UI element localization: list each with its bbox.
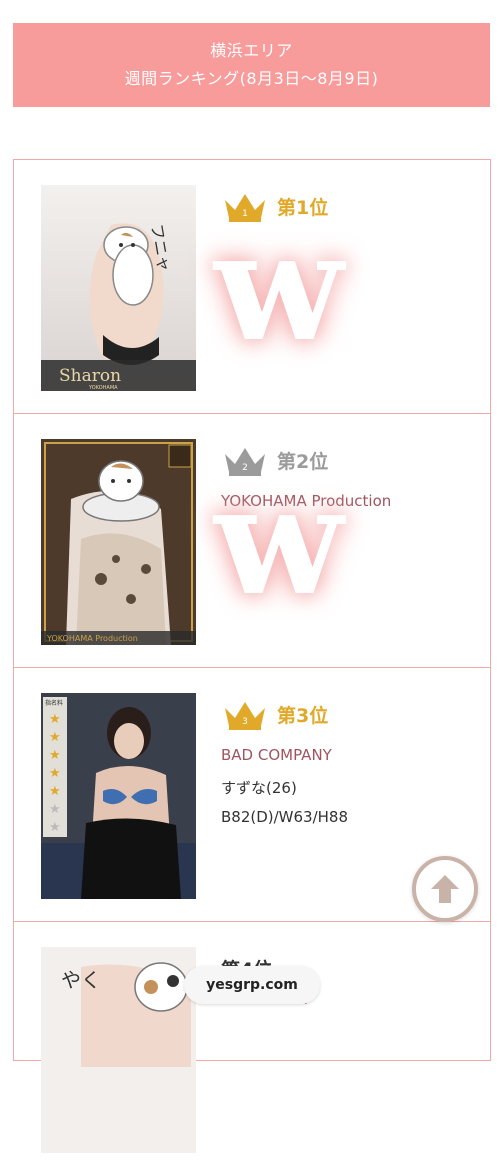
cast-photo[interactable]: やく (41, 947, 196, 1153)
svg-text:★: ★ (49, 820, 61, 835)
ranking-info: 3 第3位 BAD COMPANY すずな(26) B82(D)/W63/H88 (221, 694, 481, 830)
cast-photo[interactable]: YOKOHAMA Production (41, 439, 196, 645)
photo-badge: 指名料 (45, 699, 63, 707)
photo-caption: YOKOHAMA Production (46, 634, 138, 643)
period-title: 週間ランキング(8月3日〜8月9日) (124, 69, 379, 88)
ranking-card-1[interactable]: フニャ Sharon YOKOHAMA 1 第1位 w (14, 160, 490, 414)
svg-text:★: ★ (49, 802, 61, 817)
ranking-banner: 横浜エリア 週間ランキング(8月3日〜8月9日) (13, 23, 490, 107)
cast-photo[interactable]: フニャ Sharon YOKOHAMA (41, 185, 196, 391)
ranking-card-4[interactable]: やく 第4位 YOKOHAMA (14, 922, 490, 1176)
cast-name: すずな(26) (221, 779, 297, 797)
svg-text:やく: やく (61, 968, 101, 992)
watermark-badge: yesgrp.com (184, 966, 320, 1004)
photo-caption: Sharon (59, 366, 121, 386)
star-icon: ★ ★ ★ ★ ★ (49, 712, 61, 799)
arrow-up-icon (431, 875, 459, 903)
area-title: 横浜エリア (210, 41, 293, 60)
rank-label: 第3位 (277, 704, 329, 727)
ranking-card-2[interactable]: YOKOHAMA Production 2 第2位 YOKOHAMA Produ… (14, 414, 490, 668)
ranking-list: フニャ Sharon YOKOHAMA 1 第1位 w YOKOHAMA Pro… (13, 159, 491, 1153)
blur-overlay: w (214, 453, 344, 629)
shop-name[interactable]: BAD COMPANY (221, 746, 481, 768)
scroll-to-top-button[interactable] (412, 856, 478, 922)
crown-icon: 3 (225, 702, 265, 730)
svg-text:★: ★ (49, 766, 61, 781)
cast-photo[interactable]: 指名料 ★ ★ ★ ★ ★ ★ ★ (41, 693, 196, 899)
blur-overlay: w (214, 199, 344, 375)
svg-text:3: 3 (242, 717, 248, 727)
svg-text:★: ★ (49, 784, 61, 799)
cast-measurements: B82(D)/W63/H88 (221, 808, 349, 826)
svg-text:★: ★ (49, 730, 61, 745)
svg-text:★: ★ (49, 748, 61, 763)
svg-text:★: ★ (49, 712, 61, 727)
photo-subcaption: YOKOHAMA (88, 385, 118, 391)
